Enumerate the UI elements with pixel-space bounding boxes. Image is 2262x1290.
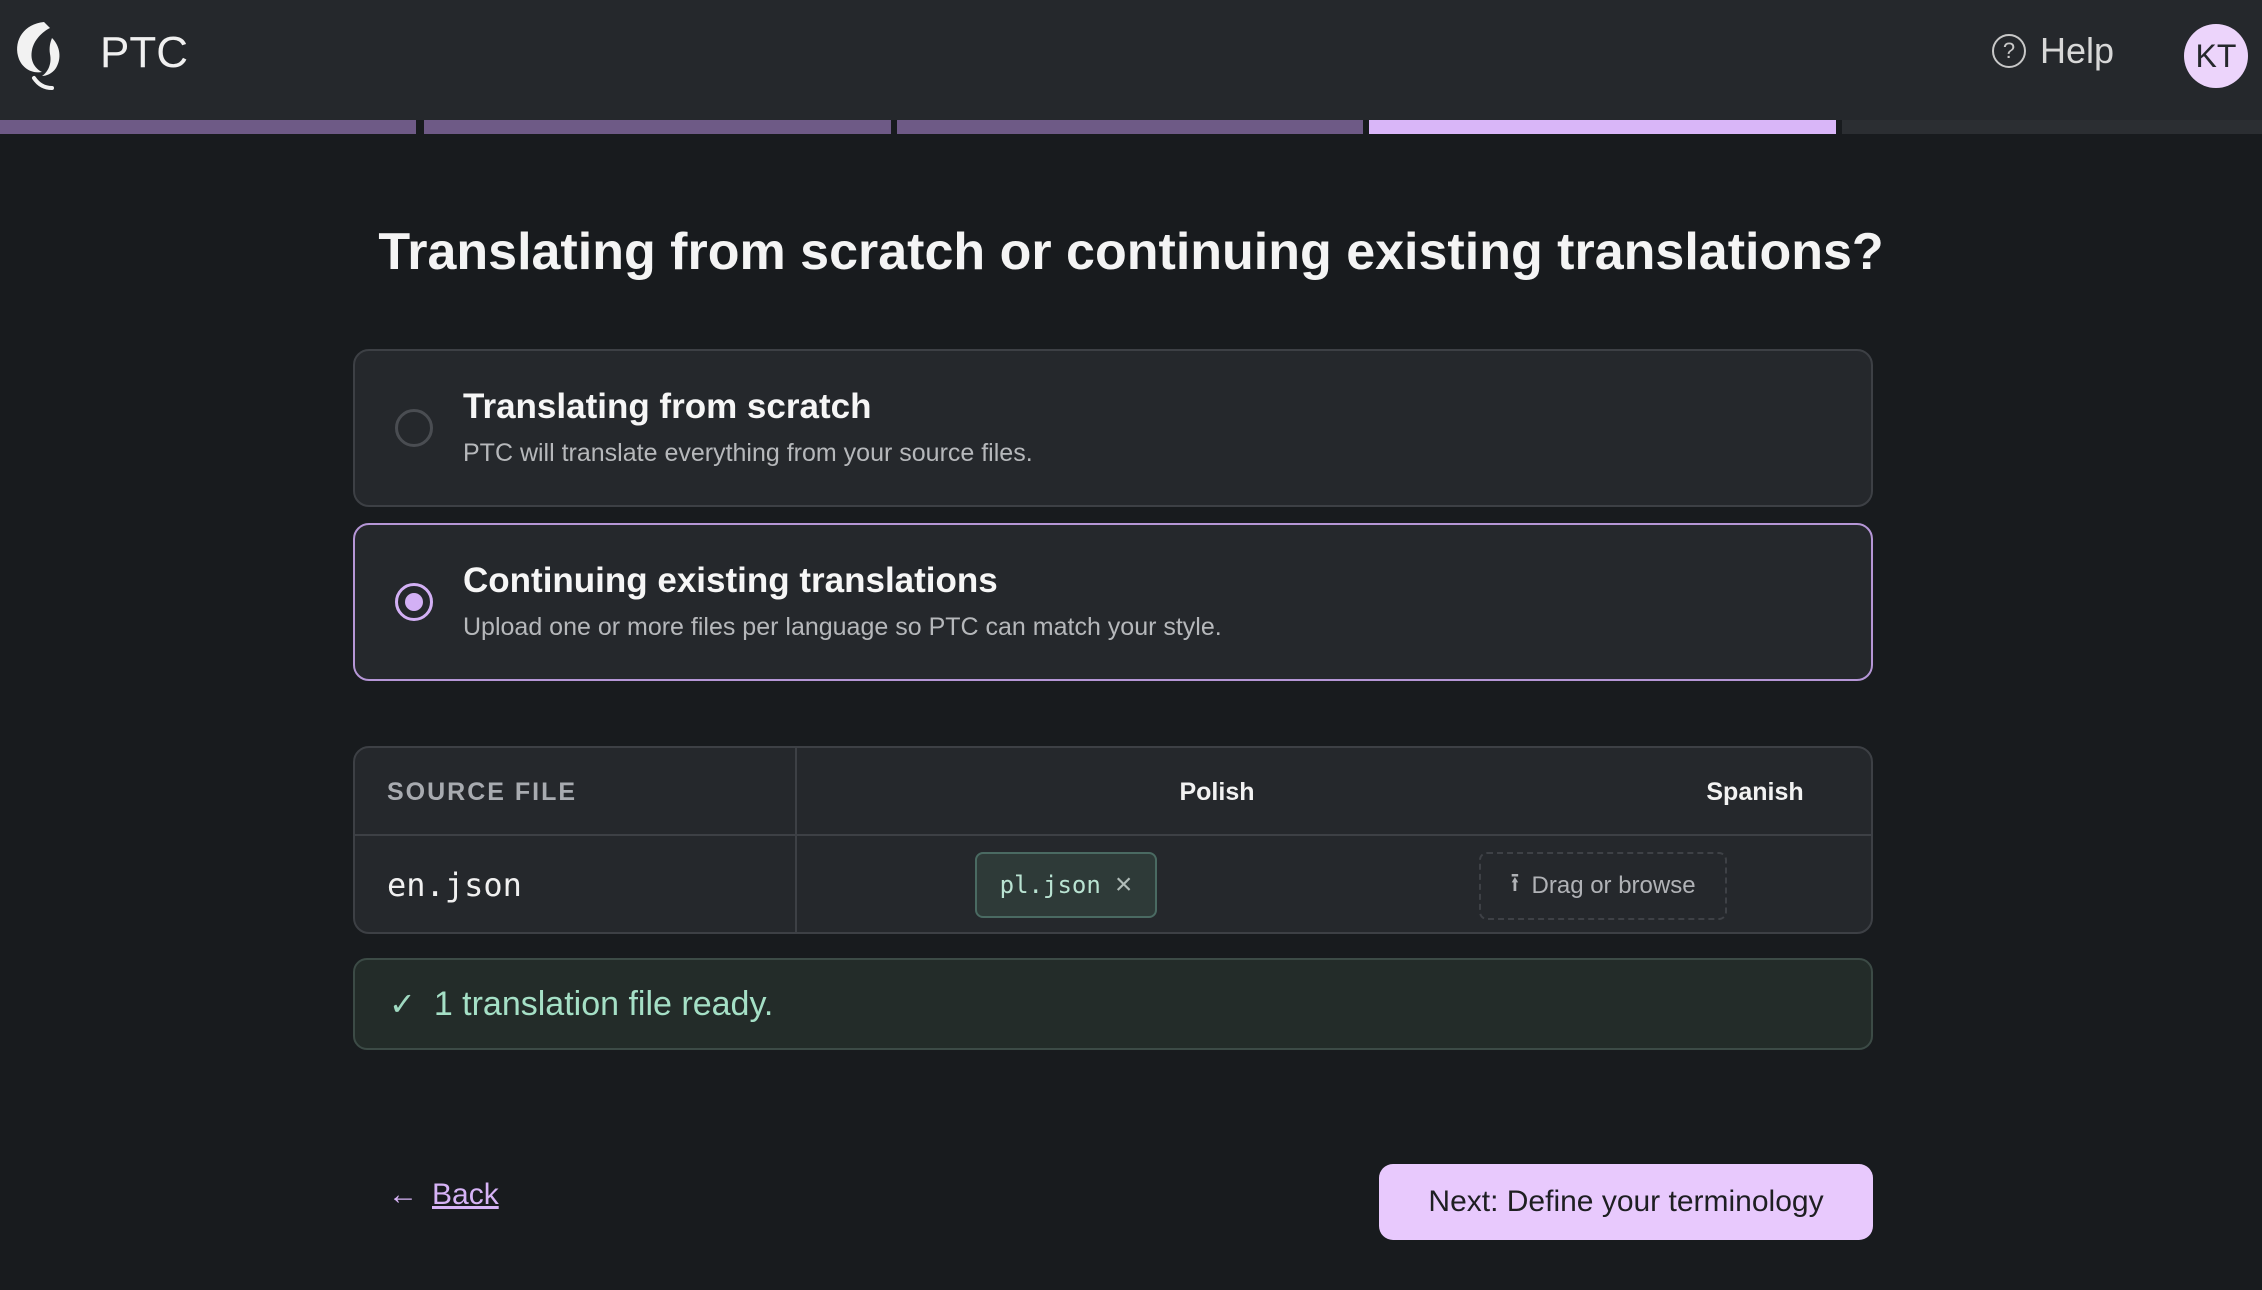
next-button[interactable]: Next: Define your terminology <box>1379 1164 1873 1240</box>
progress-step-3 <box>897 120 1363 134</box>
page-title: Translating from scratch or continuing e… <box>378 223 1884 281</box>
dropzone-label: Drag or browse <box>1531 872 1696 899</box>
remove-file-icon[interactable]: × <box>1115 870 1133 900</box>
brand-name: PTC <box>100 28 188 77</box>
polish-file-chip: pl.json × <box>975 852 1157 918</box>
upload-icon: ⭱ <box>1510 867 1520 897</box>
radio-translate-from-scratch[interactable] <box>395 409 433 447</box>
source-file-name: en.json <box>387 866 522 904</box>
top-bar: PTC ? Help KT <box>0 0 2262 120</box>
progress-step-5 <box>1842 120 2262 134</box>
help-link[interactable]: ? Help <box>1992 30 2114 72</box>
progress-step-1 <box>0 120 416 134</box>
help-label: Help <box>2040 30 2115 71</box>
status-banner: ✓ 1 translation file ready. <box>353 958 1873 1050</box>
radio-continue-existing[interactable] <box>395 583 433 621</box>
column-header-source-file: SOURCE FILE <box>387 778 578 806</box>
option-description: Upload one or more files per language so… <box>463 613 1222 641</box>
progress-step-4 <box>1369 120 1836 134</box>
check-icon: ✓ <box>389 986 416 1022</box>
option-description: PTC will translate everything from your … <box>463 439 1033 467</box>
translation-files-table: SOURCE FILE Polish Spanish en.json pl.js… <box>353 746 1873 934</box>
progress-step-2 <box>424 120 891 134</box>
option-title: Continuing existing translations <box>463 561 998 600</box>
table-column-divider <box>795 748 797 932</box>
step-progress-bar <box>0 120 2262 134</box>
polish-file-name: pl.json <box>999 871 1101 899</box>
back-label: Back <box>432 1178 499 1211</box>
spanish-file-dropzone[interactable]: ⭱ Drag or browse <box>1479 852 1727 920</box>
ptc-logo-icon <box>17 22 60 90</box>
option-title: Translating from scratch <box>463 387 872 426</box>
column-header-spanish: Spanish <box>1706 778 1804 806</box>
table-header-divider <box>355 834 1871 836</box>
option-continue-existing[interactable]: Continuing existing translations Upload … <box>353 523 1873 681</box>
user-avatar[interactable]: KT <box>2184 24 2248 88</box>
status-message: 1 translation file ready. <box>433 984 774 1023</box>
arrow-left-icon: ← <box>388 1178 418 1211</box>
back-link[interactable]: ← Back <box>388 1178 499 1212</box>
column-header-polish: Polish <box>1179 778 1255 806</box>
question-circle-icon: ? <box>1992 34 2026 68</box>
option-translate-from-scratch[interactable]: Translating from scratch PTC will transl… <box>353 349 1873 507</box>
